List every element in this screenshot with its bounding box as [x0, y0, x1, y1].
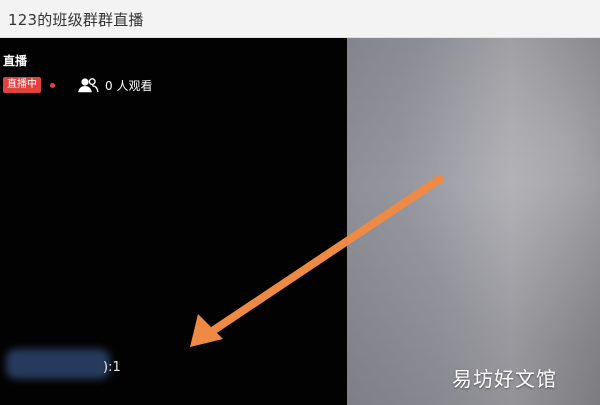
window-title: 123的班级群群直播	[8, 11, 144, 29]
participant-count-label: ):1	[103, 360, 121, 375]
live-status-badge: 直播中	[3, 77, 41, 93]
blurred-participant-name	[6, 349, 110, 379]
camera-video	[347, 38, 600, 405]
recording-dot-icon	[50, 82, 55, 88]
watermark: 易坊好文馆	[452, 367, 557, 391]
live-status-row: 直播中 0 人观看	[3, 76, 152, 94]
viewer-count: 0 人观看	[77, 77, 152, 94]
viewer-count-label: 0 人观看	[105, 78, 153, 93]
people-icon	[78, 78, 99, 93]
live-header: 直播	[3, 54, 28, 68]
live-stage: 直播 直播中 0 人观看 ):1 易坊好文馆	[0, 38, 600, 405]
title-bar: 123的班级群群直播	[0, 0, 600, 38]
